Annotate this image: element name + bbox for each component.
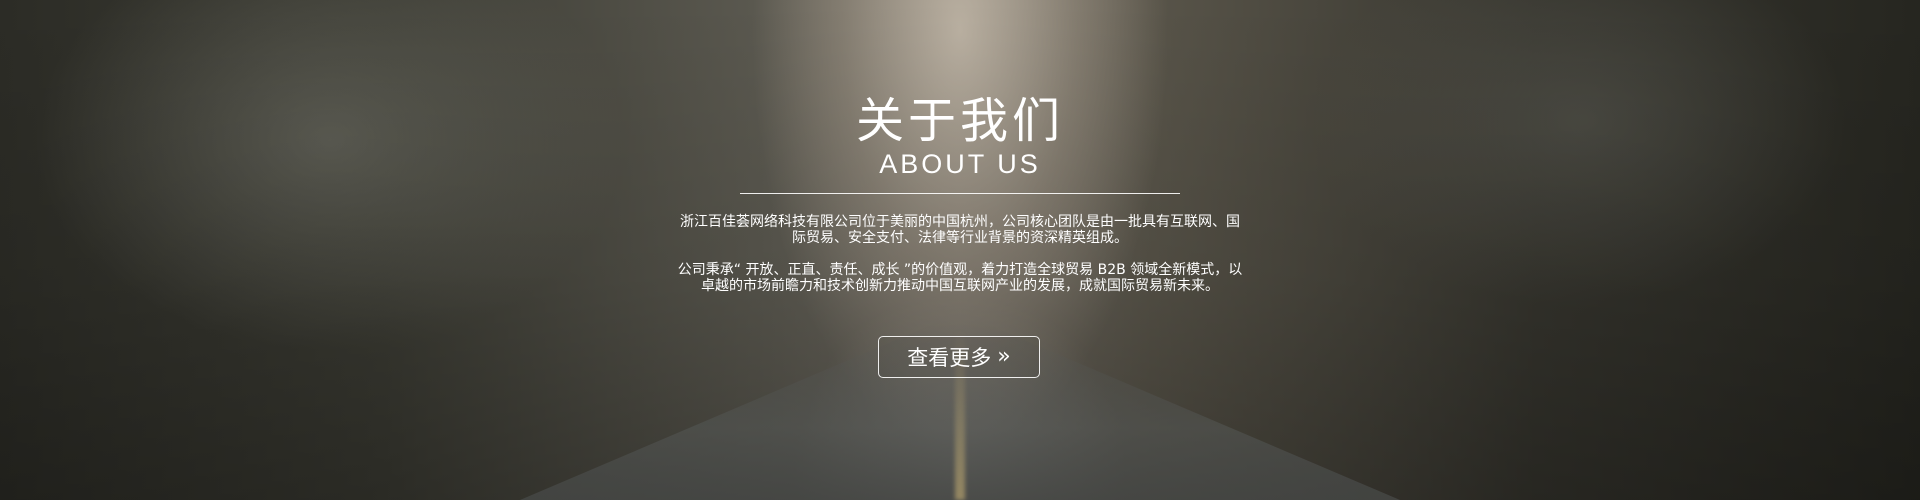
intro-paragraph-values: 公司秉承“ 开放、正直、责任、成长 ”的价值观，着力打造全球贸易 B2B 领域全… (677, 262, 1243, 294)
section-title: 关于我们 (855, 93, 1064, 149)
view-more-button-label: 查看更多 (907, 346, 992, 370)
title-divider (740, 193, 1180, 194)
section-subtitle: ABOUT US (879, 149, 1041, 179)
about-us-banner: 关于我们 ABOUT US 浙江百佳荟网络科技有限公司位于美丽的中国杭州，公司核… (0, 0, 1920, 500)
double-chevron-right-icon: » (997, 344, 1011, 369)
intro-paragraph-company: 浙江百佳荟网络科技有限公司位于美丽的中国杭州，公司核心团队是由一批具有互联网、国… (680, 214, 1240, 246)
view-more-button[interactable]: 查看更多 » (878, 336, 1040, 378)
about-us-content: 关于我们 ABOUT US 浙江百佳荟网络科技有限公司位于美丽的中国杭州，公司核… (0, 0, 1920, 500)
